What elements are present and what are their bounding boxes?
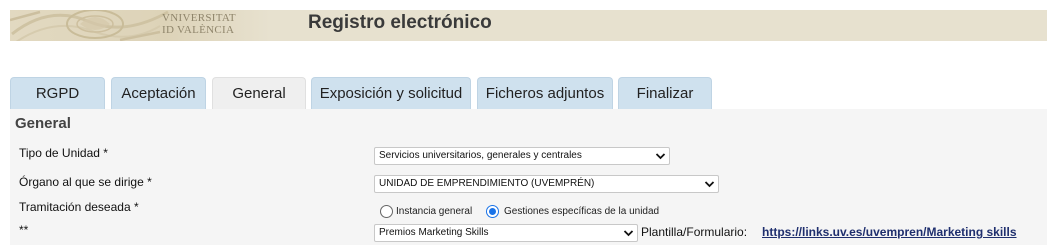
header-bar: VNIVERSITAT ID VALÈNCIA Registro electró… <box>10 10 1047 41</box>
tramitacion-label: Tramitación deseada * <box>19 200 139 214</box>
university-name-line1: VNIVERSITAT <box>162 12 236 24</box>
gestiones-especificas-label: Gestiones específicas de la unidad <box>504 206 660 217</box>
gestion-select[interactable]: Premios Marketing Skills <box>374 224 638 242</box>
plantilla-link[interactable]: https://links.uv.es/uvempren/Marketing s… <box>762 225 1017 239</box>
tab-rgpd[interactable]: RGPD <box>10 77 105 109</box>
university-name: VNIVERSITAT ID VALÈNCIA <box>162 12 236 36</box>
organo-value: UNIDAD DE EMPRENDIMIENTO (UVEMPRÉN) <box>379 178 595 189</box>
tipo-unidad-select[interactable]: Servicios universitarios, generales y ce… <box>374 147 670 165</box>
instancia-general-label: Instancia general <box>396 206 473 217</box>
tipo-unidad-value: Servicios universitarios, generales y ce… <box>379 150 582 161</box>
instancia-general-radio[interactable] <box>380 205 393 218</box>
page-title: Registro electrónico <box>308 12 492 33</box>
tab-aceptacion[interactable]: Aceptación <box>111 77 206 109</box>
tipo-unidad-label: Tipo de Unidad * <box>19 146 108 160</box>
tab-general[interactable]: General <box>212 77 306 111</box>
gestiones-especificas-radio[interactable] <box>486 205 499 218</box>
gestion-value: Premios Marketing Skills <box>379 227 489 238</box>
chevron-down-icon <box>623 230 634 237</box>
organo-label: Órgano al que se dirige * <box>19 175 152 189</box>
tab-exposicion-solicitud[interactable]: Exposición y solicitud <box>311 77 471 109</box>
university-logo: VNIVERSITAT ID VALÈNCIA <box>10 10 270 41</box>
chevron-down-icon <box>704 181 715 188</box>
plantilla-label: Plantilla/Formulario: <box>641 225 748 239</box>
tab-finalizar[interactable]: Finalizar <box>618 77 712 109</box>
tab-ficheros-adjuntos[interactable]: Ficheros adjuntos <box>477 77 613 109</box>
section-title: General <box>15 115 71 132</box>
university-seal-icon <box>10 10 169 41</box>
gestion-label: ** <box>19 223 29 237</box>
form-panel: General Tipo de Unidad * Servicios unive… <box>10 109 1047 245</box>
organo-select[interactable]: UNIDAD DE EMPRENDIMIENTO (UVEMPRÉN) <box>374 175 719 193</box>
university-name-line2: ID VALÈNCIA <box>162 24 235 36</box>
chevron-down-icon <box>655 153 666 160</box>
